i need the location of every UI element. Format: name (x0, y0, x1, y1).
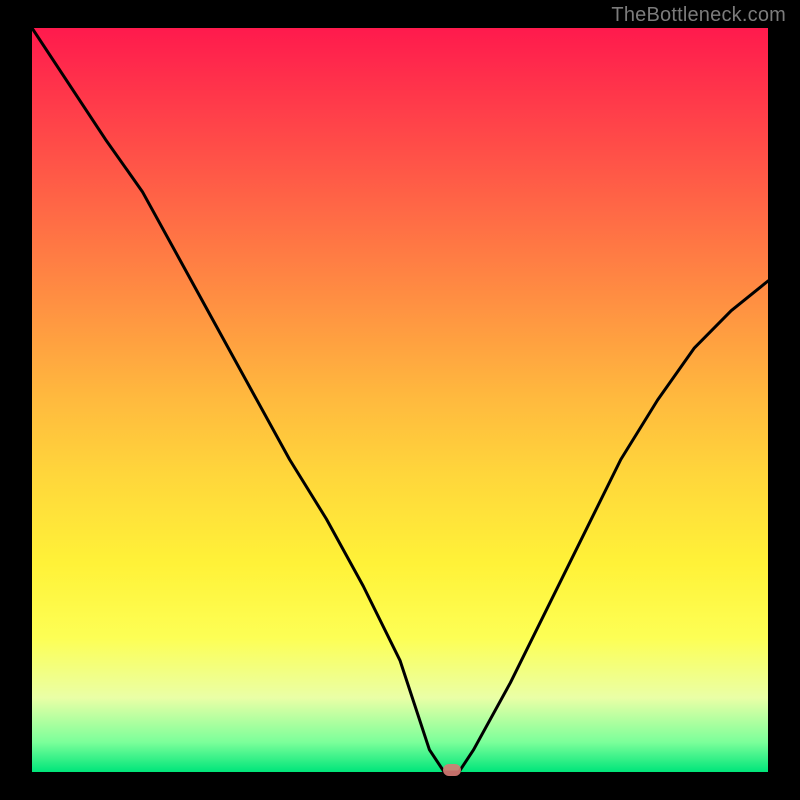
bottleneck-curve-path (32, 28, 768, 772)
watermark-text: TheBottleneck.com (611, 4, 786, 27)
curve-svg (32, 28, 768, 772)
plot-area (32, 28, 768, 772)
minimum-marker (443, 764, 461, 776)
chart-frame: TheBottleneck.com (0, 0, 800, 800)
